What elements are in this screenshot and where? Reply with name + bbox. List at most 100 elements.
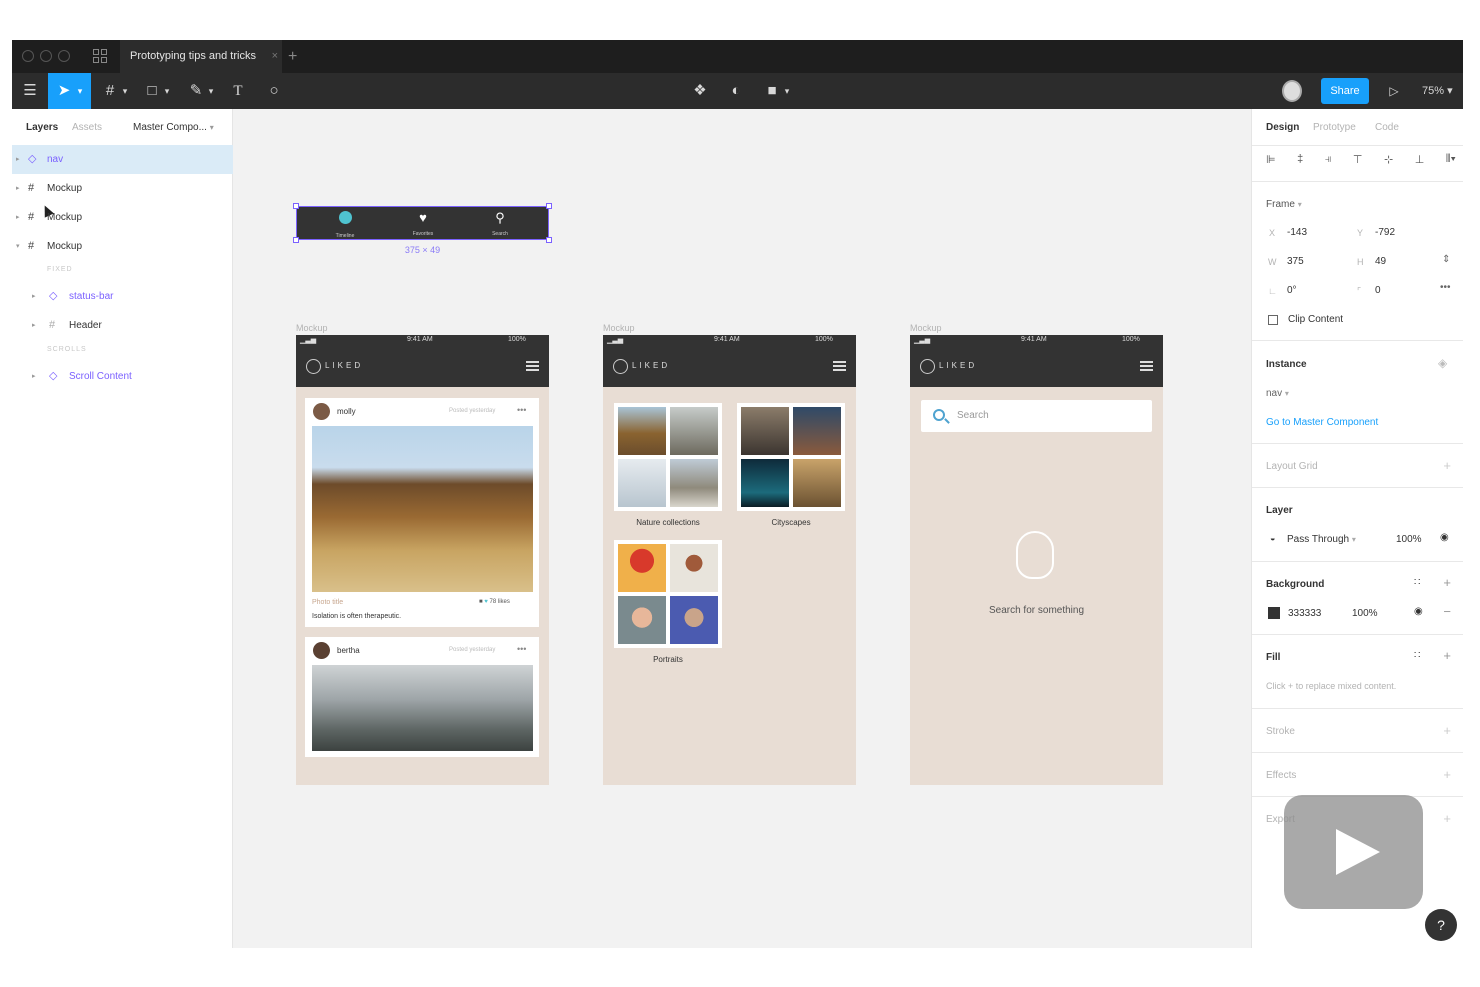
layer-opacity-field[interactable]: 100%: [1396, 534, 1422, 545]
nav-item-timeline[interactable]: Timeline: [315, 211, 375, 243]
y-field[interactable]: -792: [1375, 227, 1395, 238]
nav-item-favorites[interactable]: ♥ Favorites: [393, 211, 453, 241]
add-fill-button[interactable]: +: [1443, 648, 1451, 663]
width-field[interactable]: 375: [1287, 256, 1304, 267]
avatar[interactable]: [1282, 80, 1302, 102]
frame-label[interactable]: Mockup: [910, 323, 942, 333]
share-button[interactable]: Share: [1321, 78, 1369, 104]
layer-mockup[interactable]: ▸ # Mockup: [12, 203, 233, 232]
grid-icon[interactable]: [93, 49, 107, 63]
new-tab-button[interactable]: +: [288, 40, 297, 73]
add-effect-button[interactable]: +: [1443, 767, 1451, 782]
page-selector[interactable]: Master Compo... ▾: [133, 122, 214, 133]
zoom-dropdown[interactable]: 75% ▾: [1422, 73, 1453, 109]
eye-icon[interactable]: ◉: [1414, 606, 1423, 617]
tab-prototype[interactable]: Prototype: [1313, 122, 1356, 133]
background-swatch[interactable]: [1268, 607, 1280, 619]
maximize-window-button[interactable]: [58, 50, 70, 62]
blend-mode-dropdown[interactable]: Pass Through ▾: [1287, 534, 1356, 545]
instance-swap-dropdown[interactable]: nav ▾: [1266, 388, 1289, 399]
search-input[interactable]: Search: [921, 400, 1152, 432]
tab-assets[interactable]: Assets: [72, 122, 102, 133]
constrain-proportions-icon[interactable]: ⇕: [1442, 254, 1450, 265]
shape-tool-icon[interactable]: □: [142, 73, 162, 109]
chevron-down-icon[interactable]: ▾: [162, 73, 172, 109]
layer-header[interactable]: ▸ # Header: [12, 311, 233, 340]
collection-portraits[interactable]: [614, 540, 722, 648]
height-field[interactable]: 49: [1375, 256, 1386, 267]
chevron-down-icon[interactable]: ▾: [120, 73, 130, 109]
layer-scroll-content[interactable]: ▸ ◇ Scroll Content: [12, 362, 233, 391]
align-right-icon[interactable]: ⫣: [1325, 153, 1332, 167]
pen-tool-icon[interactable]: ✎: [186, 73, 206, 109]
clip-content-checkbox[interactable]: [1268, 315, 1278, 325]
style-icon[interactable]: ∷: [1414, 577, 1420, 588]
add-export-button[interactable]: +: [1443, 811, 1451, 826]
layer-nav[interactable]: ▸ ◇ nav: [12, 145, 233, 174]
frame-label[interactable]: Mockup: [296, 323, 328, 333]
resize-handle[interactable]: [293, 203, 299, 209]
boolean-icon[interactable]: ■: [762, 73, 782, 109]
frame-tool-icon[interactable]: #: [100, 73, 120, 109]
mockup-feed[interactable]: ▁▃▅ 9:41 AM 100% LIKED molly Posted yest…: [296, 335, 549, 785]
add-stroke-button[interactable]: +: [1443, 723, 1451, 738]
align-top-icon[interactable]: ⊤: [1353, 153, 1363, 167]
chevron-down-icon[interactable]: ▾: [206, 73, 216, 109]
expand-caret-icon[interactable]: ▸: [32, 362, 36, 391]
minimize-window-button[interactable]: [40, 50, 52, 62]
add-background-button[interactable]: +: [1443, 575, 1451, 590]
document-tab[interactable]: Prototyping tips and tricks ×: [120, 40, 282, 73]
move-tool-button[interactable]: ➤ ▾: [48, 73, 91, 109]
background-opacity-field[interactable]: 100%: [1352, 608, 1378, 619]
help-button[interactable]: ?: [1425, 909, 1457, 941]
mask-icon[interactable]: ◐: [726, 73, 746, 109]
close-tab-icon[interactable]: ×: [272, 40, 278, 73]
add-layout-grid-button[interactable]: +: [1443, 458, 1451, 473]
collection-cityscapes[interactable]: [737, 403, 845, 511]
resize-handle[interactable]: [546, 203, 552, 209]
rotation-field[interactable]: 0°: [1287, 285, 1297, 296]
collection-nature[interactable]: [614, 403, 722, 511]
present-icon[interactable]: ▷: [1384, 73, 1404, 109]
expand-caret-icon[interactable]: ▸: [16, 174, 20, 203]
menu-icon[interactable]: ☰: [20, 73, 40, 109]
align-center-icon[interactable]: ‡: [1297, 153, 1303, 167]
x-field[interactable]: -143: [1287, 227, 1307, 238]
collapse-caret-icon[interactable]: ▾: [16, 232, 20, 261]
expand-caret-icon[interactable]: ▸: [32, 311, 36, 340]
distribute-icon[interactable]: ⫴▾: [1446, 153, 1456, 167]
remove-background-button[interactable]: −: [1443, 604, 1451, 619]
expand-caret-icon[interactable]: ▸: [16, 203, 20, 232]
resize-handle[interactable]: [293, 237, 299, 243]
eye-icon[interactable]: ◉: [1440, 532, 1449, 543]
video-play-button[interactable]: [1284, 795, 1423, 909]
layer-status-bar[interactable]: ▸ ◇ status-bar: [12, 282, 233, 311]
frame-label[interactable]: Mockup: [603, 323, 635, 333]
nav-component[interactable]: Timeline ♥ Favorites ⚲ Search: [296, 206, 549, 240]
tab-design[interactable]: Design: [1266, 122, 1299, 133]
comment-icon[interactable]: ○: [264, 73, 284, 109]
align-bottom-icon[interactable]: ⊥: [1415, 153, 1425, 167]
tab-layers[interactable]: Layers: [26, 122, 58, 133]
more-options-icon[interactable]: •••: [1440, 282, 1451, 293]
component-icon[interactable]: ◈: [1438, 356, 1447, 370]
close-window-button[interactable]: [22, 50, 34, 62]
background-hex-field[interactable]: 333333: [1288, 608, 1321, 619]
expand-caret-icon[interactable]: ▸: [16, 145, 20, 174]
expand-caret-icon[interactable]: ▸: [32, 282, 36, 311]
mockup-search[interactable]: ▁▃▅ 9:41 AM 100% LIKED Search Search for…: [910, 335, 1163, 785]
component-icon[interactable]: ❖: [690, 73, 710, 109]
align-left-icon[interactable]: ⊫: [1266, 153, 1276, 167]
nav-item-search[interactable]: ⚲ Search: [470, 211, 530, 241]
tab-code[interactable]: Code: [1375, 122, 1399, 133]
text-tool-icon[interactable]: T: [228, 73, 248, 109]
go-to-master-link[interactable]: Go to Master Component: [1266, 417, 1378, 428]
mockup-collections[interactable]: ▁▃▅ 9:41 AM 100% LIKED Nature collection…: [603, 335, 856, 785]
chevron-down-icon[interactable]: ▾: [782, 73, 792, 109]
align-middle-icon[interactable]: ⊹: [1384, 153, 1393, 167]
frame-dropdown[interactable]: Frame ▾: [1266, 199, 1302, 210]
corner-radius-field[interactable]: 0: [1375, 285, 1381, 296]
resize-handle[interactable]: [546, 237, 552, 243]
style-icon[interactable]: ∷: [1414, 650, 1420, 661]
layer-mockup-expanded[interactable]: ▾ # Mockup: [12, 232, 233, 261]
